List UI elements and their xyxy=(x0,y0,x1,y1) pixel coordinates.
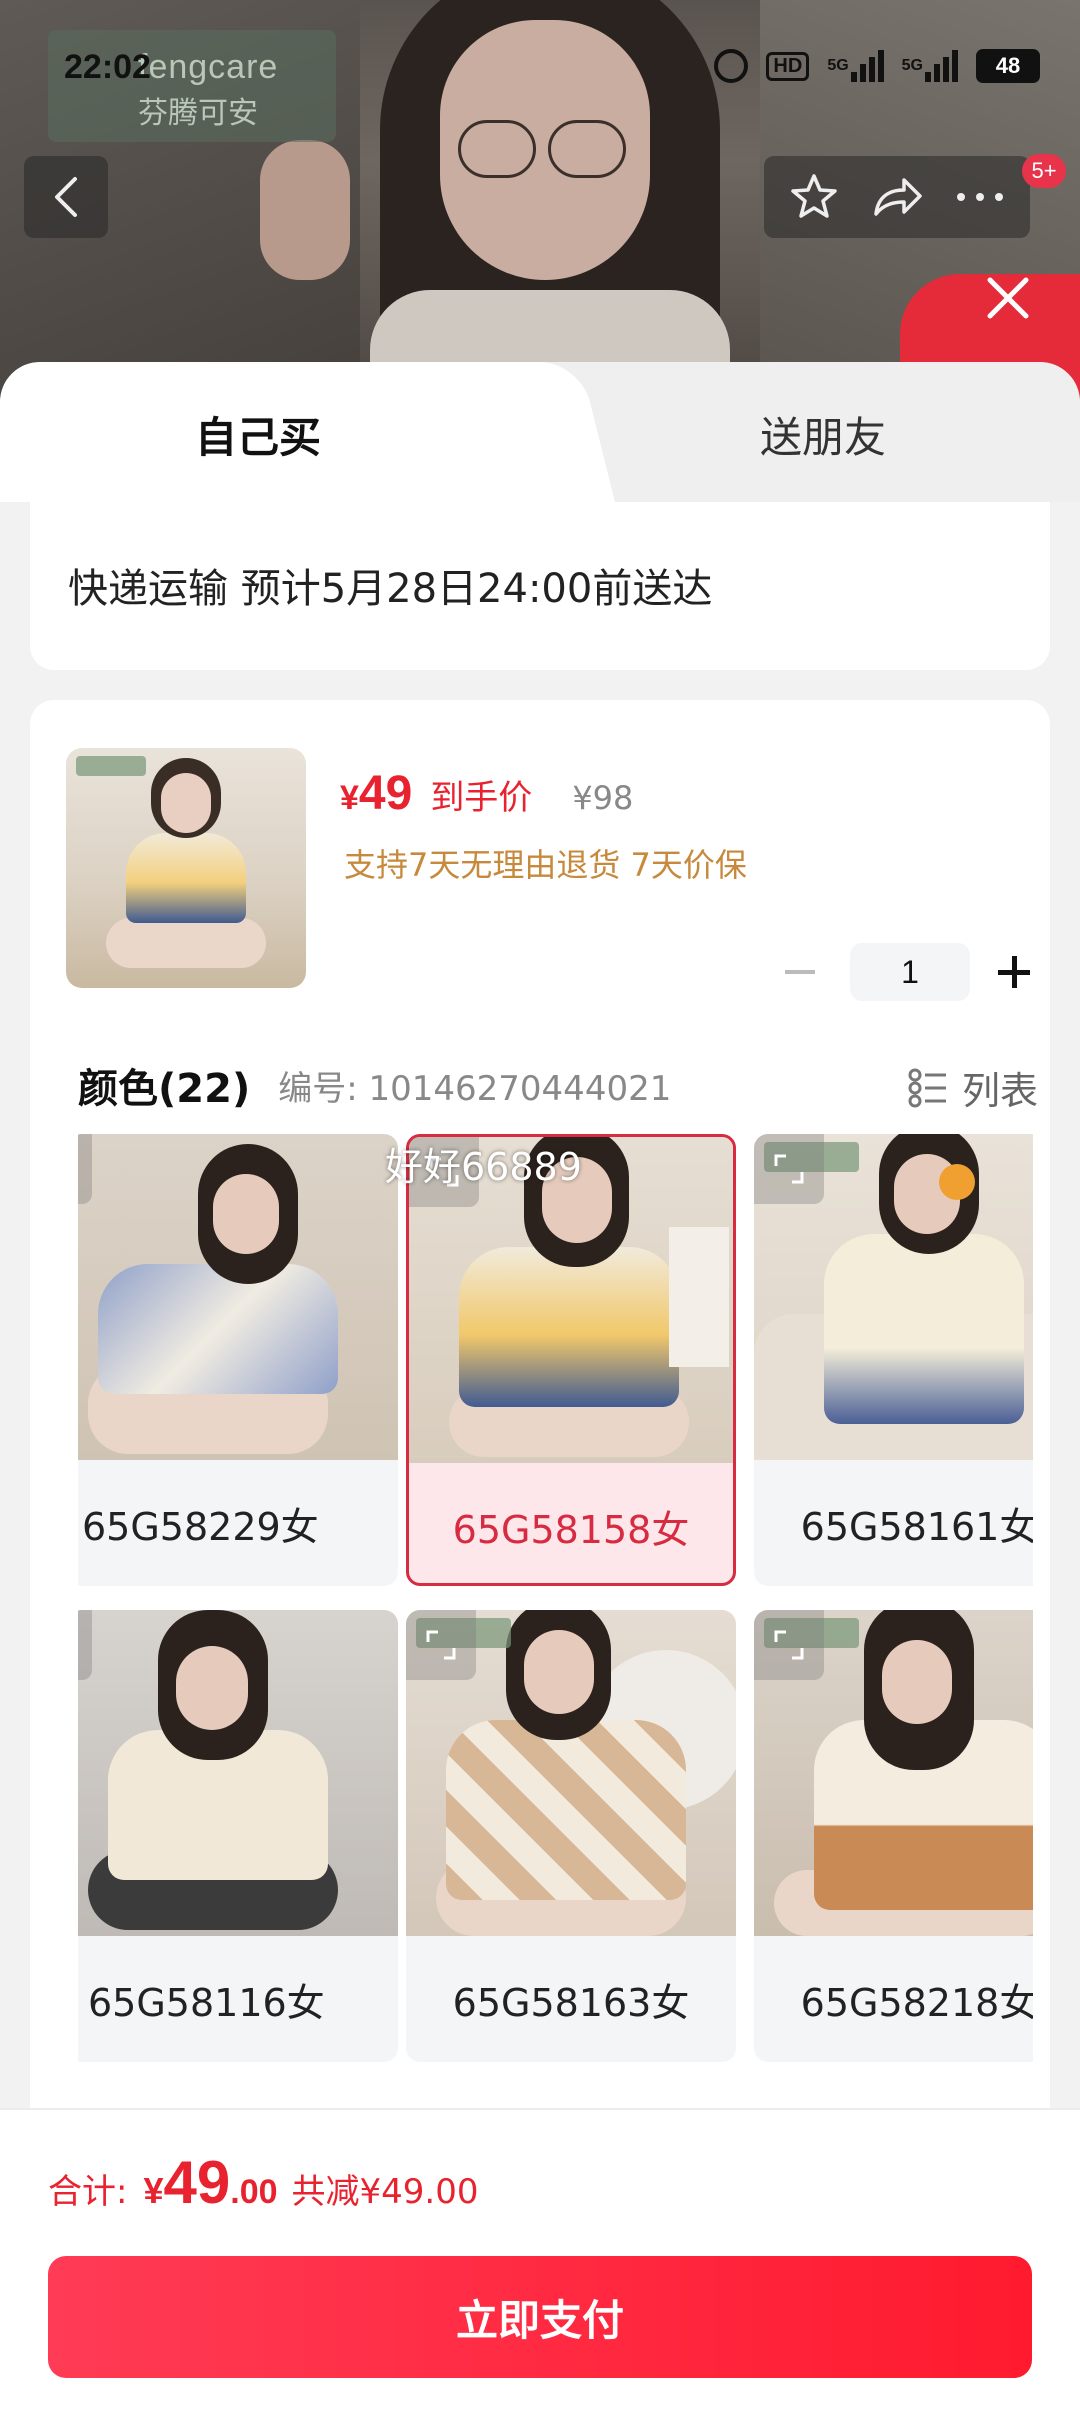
total-discount: 共减¥49.00 xyxy=(291,2172,479,2212)
brand-name-en: fengcare xyxy=(138,48,279,86)
star-icon[interactable] xyxy=(789,172,839,222)
status-time: 22:02 xyxy=(64,48,151,86)
shipping-info: 快递运输 预计5月28日24:00前送达 xyxy=(68,566,713,612)
color-option-label: 65G58116女 xyxy=(88,1980,325,2025)
quantity-stepper: 1 xyxy=(770,942,1040,1002)
product-thumbnail[interactable] xyxy=(66,748,306,988)
model-glasses xyxy=(548,120,626,178)
product-code: 编号: 10146270444021 xyxy=(278,1068,672,1109)
alarm-icon xyxy=(714,49,749,83)
total-row: 合计: ¥49.00 共减¥49.00 xyxy=(48,2148,478,2217)
share-icon[interactable] xyxy=(870,172,924,222)
color-grid: 65G58229女 65G58158女 65G58161女 65G58116女 … xyxy=(78,1134,1033,2064)
color-option-65g58163[interactable]: 65G58163女 xyxy=(406,1610,736,2062)
color-option-65g58116[interactable]: 65G58116女 xyxy=(78,1610,398,2062)
final-price-label: 到手价 xyxy=(430,778,533,818)
total-label: 合计: xyxy=(48,2172,128,2212)
shipping-card: 快递运输 预计5月28日24:00前送达 xyxy=(30,502,1050,670)
color-option-image xyxy=(754,1610,1033,1936)
list-icon xyxy=(908,1068,946,1107)
color-option-65g58229[interactable]: 65G58229女 xyxy=(78,1134,398,1586)
header-actions xyxy=(764,156,1030,238)
total-amount: ¥49.00 xyxy=(143,2149,278,2216)
model-hand xyxy=(260,140,350,280)
final-price: ¥49 xyxy=(340,767,413,820)
tab-buy-self-label[interactable]: 自己买 xyxy=(195,404,321,464)
battery-icon: 48 xyxy=(976,49,1040,83)
color-option-label: 65G58229女 xyxy=(82,1504,319,1549)
signal-icon: 5G xyxy=(827,50,884,82)
expand-icon xyxy=(774,1630,804,1660)
brand-name-cn: 芬腾可安 xyxy=(138,97,258,130)
hd-icon: HD xyxy=(766,51,810,81)
checkout-bar: 合计: ¥49.00 共减¥49.00 立即支付 xyxy=(0,2108,1080,2412)
color-option-image xyxy=(754,1134,1033,1460)
pay-now-button[interactable]: 立即支付 xyxy=(48,2256,1032,2378)
more-icon[interactable] xyxy=(955,187,1005,207)
color-option-label: 65G58163女 xyxy=(452,1980,690,2025)
list-view-toggle[interactable]: 列表 xyxy=(908,1060,1038,1115)
decrease-button[interactable] xyxy=(770,942,830,1002)
divider xyxy=(0,2108,1080,2110)
color-option-65g58158[interactable]: 65G58158女 xyxy=(406,1134,736,1586)
color-option-label: 65G58161女 xyxy=(800,1504,1033,1549)
back-icon xyxy=(55,177,77,217)
color-option-label: 65G58158女 xyxy=(452,1507,690,1552)
color-option-image xyxy=(78,1134,398,1460)
list-label: 列表 xyxy=(961,1069,1038,1113)
increase-button[interactable] xyxy=(990,942,1040,1002)
purchase-sheet: 自己买 送朋友 快递运输 预计5月28日24:00前送达 ¥49 到手价 ¥98… xyxy=(0,362,1080,2412)
status-bar-icons: HD 5G 5G 48 xyxy=(714,46,1040,86)
quantity-value[interactable]: 1 xyxy=(850,943,970,1001)
guarantee-text: 支持7天无理由退货 7天价保 xyxy=(344,846,747,884)
minus-icon xyxy=(785,970,815,974)
color-title: 颜色(22) xyxy=(78,1066,251,1112)
overlay-watermark-text: 好好66889 xyxy=(385,1145,582,1189)
color-option-image xyxy=(406,1610,736,1936)
close-icon[interactable] xyxy=(985,275,1031,321)
notification-badge: 5+ xyxy=(1022,154,1066,188)
color-option-65g58218[interactable]: 65G58218女 xyxy=(754,1610,1033,2062)
price-row: ¥49 到手价 ¥98 xyxy=(340,766,633,821)
signal-icon: 5G xyxy=(902,50,958,82)
expand-icon xyxy=(426,1630,456,1660)
network-label: 5G xyxy=(827,57,849,74)
back-button[interactable] xyxy=(24,156,108,238)
tab-gift-label[interactable]: 送朋友 xyxy=(760,404,886,464)
model-glasses xyxy=(458,120,536,178)
color-option-label: 65G58218女 xyxy=(800,1980,1033,2025)
original-price: ¥98 xyxy=(572,779,634,817)
color-section-header: 颜色(22) 编号: 10146270444021 列表 xyxy=(78,1050,1038,1120)
network-label: 5G xyxy=(901,57,923,74)
expand-icon xyxy=(774,1154,804,1184)
color-option-image xyxy=(78,1610,398,1936)
color-option-65g58161[interactable]: 65G58161女 xyxy=(754,1134,1033,1586)
